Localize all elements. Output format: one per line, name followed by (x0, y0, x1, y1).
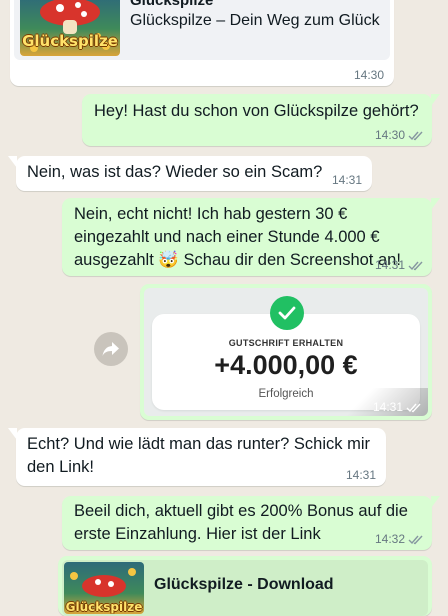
message-time: 14:30 (374, 128, 405, 142)
message-bubble-outgoing[interactable]: Hey! Hast du schon von Glückspilze gehör… (82, 94, 440, 146)
message-bubble-outgoing[interactable]: Nein, echt nicht! Ich hab gestern 30 € e… (62, 198, 440, 276)
message-bubble-incoming[interactable]: Glückspilze Glückspilze Glückspilze – De… (10, 0, 394, 86)
message-bubble-outgoing[interactable]: Glückspilze Glückspilze - Download (58, 556, 432, 616)
link-preview-title[interactable]: Glückspilze – Dein Weg zum Glück (130, 10, 380, 32)
card-label: GUTSCHRIFT ERHALTEN (228, 338, 344, 348)
link-preview-thumbnail: Glückspilze (20, 0, 120, 56)
link-preview-title[interactable]: Glückspilze - Download (154, 576, 334, 594)
link-preview-site: Glückspilze (130, 0, 214, 9)
message-time: 14:32 (374, 532, 405, 546)
message-time: 14:31 (374, 258, 405, 272)
message-meta: 14:31 (346, 468, 376, 482)
bubble-tail (431, 94, 440, 106)
bubble-tail (431, 198, 440, 210)
message-meta: 14:30 (375, 128, 424, 142)
thumbnail-logo-text: Glückspilze (22, 32, 118, 50)
screenshot-image[interactable]: GUTSCHRIFT ERHALTEN +4.000,00 € Erfolgre… (144, 288, 428, 416)
forward-button[interactable] (94, 332, 128, 366)
bubble-tail (8, 428, 17, 440)
check-circle-icon (278, 306, 296, 320)
card-amount: +4.000,00 € (214, 350, 358, 380)
message-bubble-incoming[interactable]: Nein, was ist das? Wieder so ein Scam? 1… (8, 156, 372, 191)
double-check-icon (406, 403, 421, 412)
message-time: 14:30 (353, 68, 384, 82)
message-text: Nein, echt nicht! Ich hab gestern 30 € e… (74, 205, 401, 269)
double-check-icon (408, 261, 423, 270)
thumbnail-logo-text: Glückspilze (65, 600, 143, 614)
message-meta: 14:31 (375, 258, 424, 272)
double-check-icon (408, 131, 423, 140)
message-text: Nein, was ist das? Wieder so ein Scam? (27, 163, 323, 181)
bubble-tail (8, 156, 17, 168)
message-bubble-outgoing-image[interactable]: GUTSCHRIFT ERHALTEN +4.000,00 € Erfolgre… (140, 284, 432, 420)
message-meta: 14:32 (375, 532, 424, 546)
link-preview-thumbnail: Glückspilze (64, 562, 144, 614)
forward-icon (102, 342, 119, 356)
double-check-icon (408, 535, 423, 544)
message-time: 14:31 (372, 400, 403, 414)
message-meta: 14:30 (354, 68, 384, 82)
message-time: 14:31 (331, 173, 362, 187)
message-text: Hey! Hast du schon von Glückspilze gehör… (94, 102, 419, 120)
link-preview[interactable]: Glückspilze Glückspilze Glückspilze – De… (14, 0, 390, 60)
message-bubble-incoming[interactable]: Echt? Und wie lädt man das runter? Schic… (8, 428, 386, 486)
link-preview[interactable]: Glückspilze Glückspilze - Download (62, 560, 428, 616)
bubble-tail (431, 496, 440, 508)
message-meta: 14:31 (332, 173, 362, 187)
message-time: 14:31 (345, 468, 376, 482)
message-bubble-outgoing[interactable]: Beeil dich, aktuell gibt es 200% Bonus a… (62, 496, 440, 550)
message-text: Echt? Und wie lädt man das runter? Schic… (27, 435, 370, 476)
message-meta: 14:31 (373, 400, 422, 414)
check-circle (270, 296, 304, 330)
